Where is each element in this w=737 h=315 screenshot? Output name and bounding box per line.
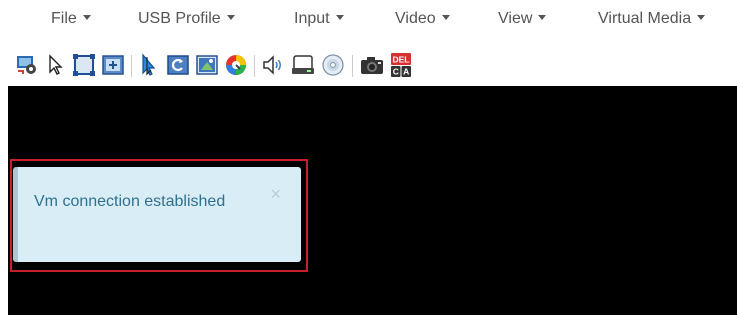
speaker-icon[interactable] bbox=[260, 52, 286, 78]
settings-screen-icon[interactable] bbox=[14, 52, 40, 78]
chevron-down-icon bbox=[441, 15, 450, 21]
chevron-down-icon bbox=[697, 15, 706, 21]
chevron-down-icon bbox=[335, 15, 344, 21]
menu-video[interactable]: Video bbox=[395, 10, 450, 28]
menu-usb-profile[interactable]: USB Profile bbox=[138, 10, 235, 28]
ctrl-alt-del-right-label: A bbox=[403, 67, 409, 77]
chevron-down-icon bbox=[226, 15, 235, 21]
image-adjust-icon[interactable] bbox=[194, 52, 220, 78]
color-wheel-icon[interactable] bbox=[223, 52, 249, 78]
fit-screen-icon[interactable] bbox=[100, 52, 126, 78]
toolbar-separator bbox=[352, 55, 353, 77]
mouse-pointer-icon[interactable] bbox=[136, 52, 162, 78]
drive-icon[interactable] bbox=[290, 52, 316, 78]
alert-message: Vm connection established bbox=[34, 193, 226, 210]
toolbar-separator bbox=[254, 55, 255, 77]
ctrl-alt-del-top-label: DEL bbox=[393, 55, 410, 65]
ctrl-alt-del-left-label: C bbox=[393, 67, 399, 77]
menu-bar: File USB Profile Input Video View Virtua… bbox=[0, 0, 737, 38]
chevron-down-icon bbox=[538, 15, 547, 21]
cd-icon[interactable] bbox=[320, 52, 346, 78]
menu-virtual-media[interactable]: Virtual Media bbox=[598, 10, 706, 28]
menu-file[interactable]: File bbox=[51, 10, 91, 28]
pointer-icon[interactable] bbox=[42, 52, 68, 78]
toolbar-separator bbox=[131, 55, 132, 77]
refresh-icon[interactable] bbox=[165, 52, 191, 78]
ctrl-alt-del-icon[interactable]: DEL C A bbox=[388, 52, 414, 78]
fullscreen-icon[interactable] bbox=[71, 52, 97, 78]
close-icon[interactable]: × bbox=[270, 185, 281, 203]
menu-view[interactable]: View bbox=[498, 10, 547, 28]
chevron-down-icon bbox=[82, 15, 91, 21]
notification-alert: Vm connection established × bbox=[13, 167, 301, 262]
menu-input[interactable]: Input bbox=[294, 10, 344, 28]
camera-icon[interactable] bbox=[359, 52, 385, 78]
